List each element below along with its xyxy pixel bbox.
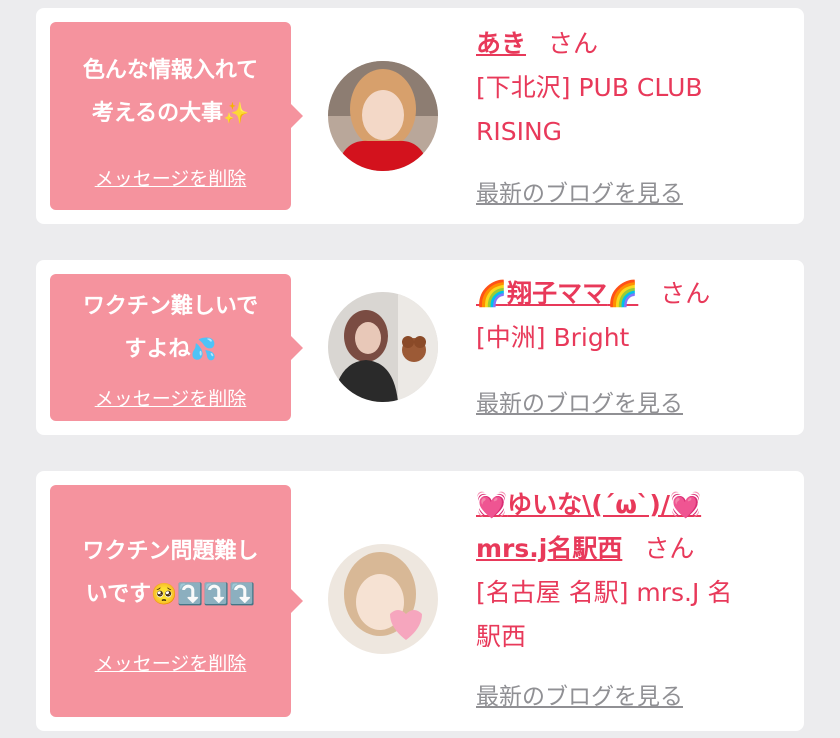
message-text: ワクチン問題難し いです🥺⤵️⤵️⤵️	[82, 539, 259, 607]
avatar[interactable]	[328, 544, 438, 654]
delete-message-link[interactable]: メッセージを削除	[50, 649, 291, 676]
shop-name-cont: 駅西	[476, 622, 527, 651]
message-bubble: ワクチン難しいで すよね💦 メッセージを削除	[50, 274, 303, 421]
message-bubble: ワクチン問題難し いです🥺⤵️⤵️⤵️ メッセージを削除	[50, 485, 303, 717]
host-info: あき さん [下北沢] PUB CLUB RISING	[476, 22, 796, 154]
message-card: 色んな情報入れて 考えるの大事✨ メッセージを削除 あき さん [下北沢] PUB…	[36, 8, 804, 224]
message-text: ワクチン難しいで すよね💦	[82, 294, 259, 362]
host-name-link[interactable]: あき	[476, 29, 526, 58]
shop-name: [名古屋 名駅] mrs.J 名	[476, 578, 733, 607]
rainbow-icon: 🌈	[607, 279, 639, 308]
heart-icon: 💓	[669, 490, 702, 519]
avatar[interactable]	[328, 61, 438, 171]
heart-icon: 💓	[476, 490, 508, 519]
host-info: 🌈翔子ママ🌈 さん [中洲] Bright	[476, 272, 796, 360]
delete-message-link[interactable]: メッセージを削除	[50, 384, 291, 411]
message-text: 色んな情報入れて 考えるの大事✨	[82, 58, 259, 126]
shop-name: [中洲] Bright	[476, 323, 630, 352]
delete-message-link[interactable]: メッセージを削除	[50, 164, 291, 191]
latest-blog-link[interactable]: 最新のブログを見る	[476, 677, 683, 711]
sweat-drops-icon: 💦	[190, 337, 217, 361]
message-bubble: 色んな情報入れて 考えるの大事✨ メッセージを削除	[50, 22, 303, 210]
latest-blog-link[interactable]: 最新のブログを見る	[476, 384, 683, 418]
message-card: ワクチン難しいで すよね💦 メッセージを削除 🌈翔子ママ🌈 さん [中洲] Bri…	[36, 260, 804, 435]
pleading-face-icon: 🥺⤵️⤵️⤵️	[151, 582, 256, 606]
host-name-link[interactable]: 💓ゆいな\(´ω`)/💓	[476, 490, 701, 519]
host-name-link-cont[interactable]: mrs.j名駅西	[476, 534, 622, 563]
latest-blog-link[interactable]: 最新のブログを見る	[476, 174, 683, 208]
sparkles-icon: ✨	[223, 101, 250, 125]
avatar[interactable]	[328, 292, 438, 402]
rainbow-icon: 🌈	[476, 279, 508, 308]
host-name-link[interactable]: 🌈翔子ママ🌈	[476, 279, 638, 308]
shop-name: [下北沢] PUB CLUB	[476, 73, 703, 102]
message-card: ワクチン問題難し いです🥺⤵️⤵️⤵️ メッセージを削除 💓ゆいな\(´ω`)/…	[36, 471, 804, 731]
shop-name-cont: RISING	[476, 117, 563, 146]
host-info: 💓ゆいな\(´ω`)/💓 mrs.j名駅西 さん [名古屋 名駅] mrs.J 名…	[476, 483, 796, 659]
